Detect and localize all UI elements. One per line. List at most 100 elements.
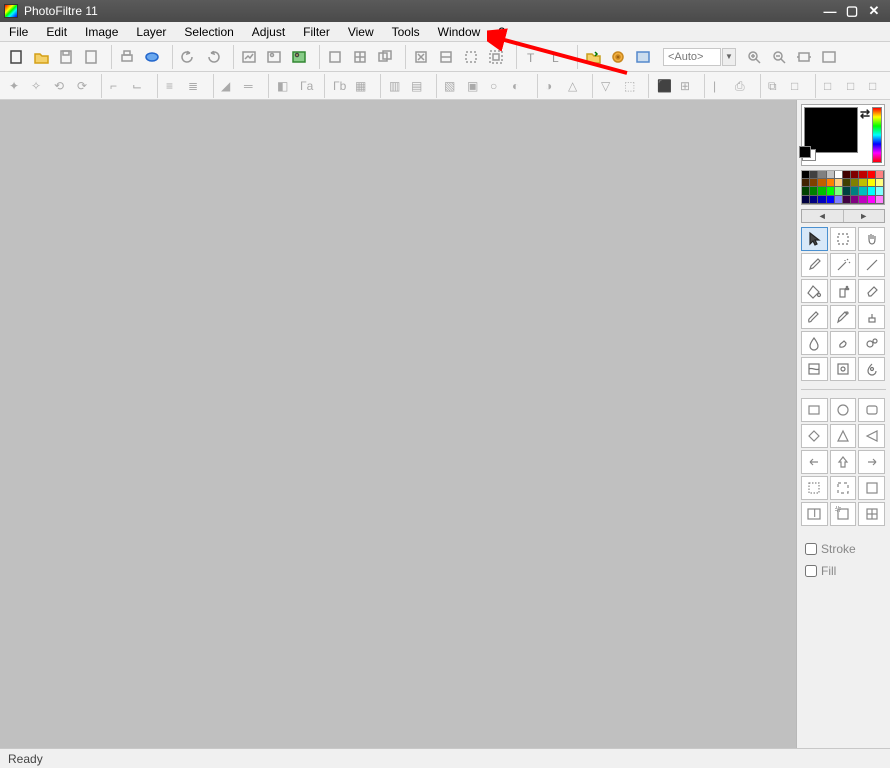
- image-ops-1[interactable]: [237, 45, 261, 69]
- filter-button-29[interactable]: □: [786, 74, 808, 98]
- filter-button-19[interactable]: ◐: [507, 74, 529, 98]
- swatch[interactable]: [851, 179, 859, 187]
- swatch[interactable]: [876, 171, 884, 179]
- filter-button-25[interactable]: ⊞: [675, 74, 697, 98]
- swatch[interactable]: [827, 171, 835, 179]
- swatch[interactable]: [835, 196, 843, 204]
- swatch[interactable]: [876, 196, 884, 204]
- filter-button-13[interactable]: ▦: [351, 74, 373, 98]
- filter-button-2[interactable]: ⟲: [49, 74, 71, 98]
- swatch[interactable]: [843, 196, 851, 204]
- swatch[interactable]: [827, 187, 835, 195]
- swatch[interactable]: [843, 187, 851, 195]
- spectrum-bar[interactable]: [872, 107, 882, 163]
- zoom-in-button[interactable]: [742, 45, 766, 69]
- tool-spray[interactable]: [830, 279, 857, 303]
- tool-deform[interactable]: [801, 357, 828, 381]
- filter-button-26[interactable]: |: [708, 74, 730, 98]
- tool-hand[interactable]: [858, 227, 885, 251]
- text-tool[interactable]: T: [520, 45, 544, 69]
- tool-brush[interactable]: [801, 305, 828, 329]
- menu-layer[interactable]: Layer: [127, 23, 175, 41]
- menu-image[interactable]: Image: [76, 23, 127, 41]
- shape-arrow-r[interactable]: [858, 450, 885, 474]
- tool-pipette[interactable]: [801, 253, 828, 277]
- swatch[interactable]: [859, 196, 867, 204]
- shape-sel-border[interactable]: [801, 476, 828, 500]
- new-file-button[interactable]: [4, 45, 28, 69]
- filter-button-32[interactable]: □: [865, 74, 887, 98]
- tool-selection[interactable]: [830, 227, 857, 251]
- swatch[interactable]: [868, 171, 876, 179]
- filter-button-3[interactable]: ⟳: [72, 74, 94, 98]
- swatch[interactable]: [827, 196, 835, 204]
- swatch[interactable]: [827, 179, 835, 187]
- filter-button-15[interactable]: ▤: [406, 74, 428, 98]
- zoom-combo-dropdown[interactable]: ▼: [722, 48, 736, 66]
- foreground-color[interactable]: [804, 107, 858, 153]
- shape-triangle[interactable]: [830, 424, 857, 448]
- tool-nozzle[interactable]: [830, 357, 857, 381]
- menu-help[interactable]: ?: [489, 23, 514, 41]
- fill-checkbox[interactable]: [805, 565, 817, 577]
- tool-pointer[interactable]: [801, 227, 828, 251]
- transform-3[interactable]: [459, 45, 483, 69]
- filter-button-9[interactable]: ═: [239, 74, 261, 98]
- filter-button-1[interactable]: ✧: [27, 74, 49, 98]
- swatch[interactable]: [859, 179, 867, 187]
- zoom-out-button[interactable]: [767, 45, 791, 69]
- swatch[interactable]: [818, 179, 826, 187]
- shape-grid-box[interactable]: [858, 502, 885, 526]
- tool-smudge[interactable]: [830, 331, 857, 355]
- shape-text-box[interactable]: T: [801, 502, 828, 526]
- swatch[interactable]: [802, 179, 810, 187]
- tool-blur[interactable]: [801, 331, 828, 355]
- fill-option[interactable]: Fill: [801, 562, 886, 580]
- minimize-button[interactable]: —: [822, 4, 838, 18]
- fit-width-button[interactable]: [792, 45, 816, 69]
- filter-button-17[interactable]: ▣: [462, 74, 484, 98]
- image-ops-2[interactable]: [262, 45, 286, 69]
- shape-crop-box[interactable]: [830, 502, 857, 526]
- shape-diamond[interactable]: [801, 424, 828, 448]
- swatch[interactable]: [851, 187, 859, 195]
- swatch[interactable]: [818, 171, 826, 179]
- swatch[interactable]: [868, 179, 876, 187]
- filter-button-18[interactable]: ○: [485, 74, 507, 98]
- shape-arrow-l[interactable]: [801, 450, 828, 474]
- color-preview[interactable]: ⇄: [801, 104, 885, 166]
- swap-colors-icon[interactable]: ⇄: [860, 107, 870, 121]
- swatch[interactable]: [859, 171, 867, 179]
- save-button[interactable]: [54, 45, 78, 69]
- tool-advbrush[interactable]: [830, 305, 857, 329]
- swatch[interactable]: [851, 171, 859, 179]
- filter-button-10[interactable]: ◧: [272, 74, 294, 98]
- filter-button-21[interactable]: △: [563, 74, 585, 98]
- menu-window[interactable]: Window: [429, 23, 490, 41]
- swatch[interactable]: [835, 179, 843, 187]
- filter-button-6[interactable]: ≡: [161, 74, 183, 98]
- canvas-area[interactable]: [0, 100, 796, 748]
- filter-button-22[interactable]: ▽: [596, 74, 618, 98]
- open-file-button[interactable]: [29, 45, 53, 69]
- filter-button-30[interactable]: □: [819, 74, 841, 98]
- layer-btn-2[interactable]: [348, 45, 372, 69]
- menu-adjust[interactable]: Adjust: [243, 23, 294, 41]
- menu-edit[interactable]: Edit: [37, 23, 76, 41]
- filter-button-8[interactable]: ◢: [217, 74, 239, 98]
- swatch[interactable]: [802, 196, 810, 204]
- swatch[interactable]: [868, 187, 876, 195]
- filter-button-0[interactable]: ✦: [4, 74, 26, 98]
- background-color[interactable]: [802, 149, 816, 161]
- swatch[interactable]: [876, 179, 884, 187]
- swatch[interactable]: [835, 187, 843, 195]
- swatch[interactable]: [802, 187, 810, 195]
- stroke-checkbox[interactable]: [805, 543, 817, 555]
- redo-button[interactable]: [201, 45, 225, 69]
- fullscreen-button[interactable]: [817, 45, 841, 69]
- swatch[interactable]: [810, 179, 818, 187]
- plugin-button[interactable]: [606, 45, 630, 69]
- scanner-button[interactable]: [140, 45, 164, 69]
- filter-button-31[interactable]: □: [842, 74, 864, 98]
- undo-button[interactable]: [176, 45, 200, 69]
